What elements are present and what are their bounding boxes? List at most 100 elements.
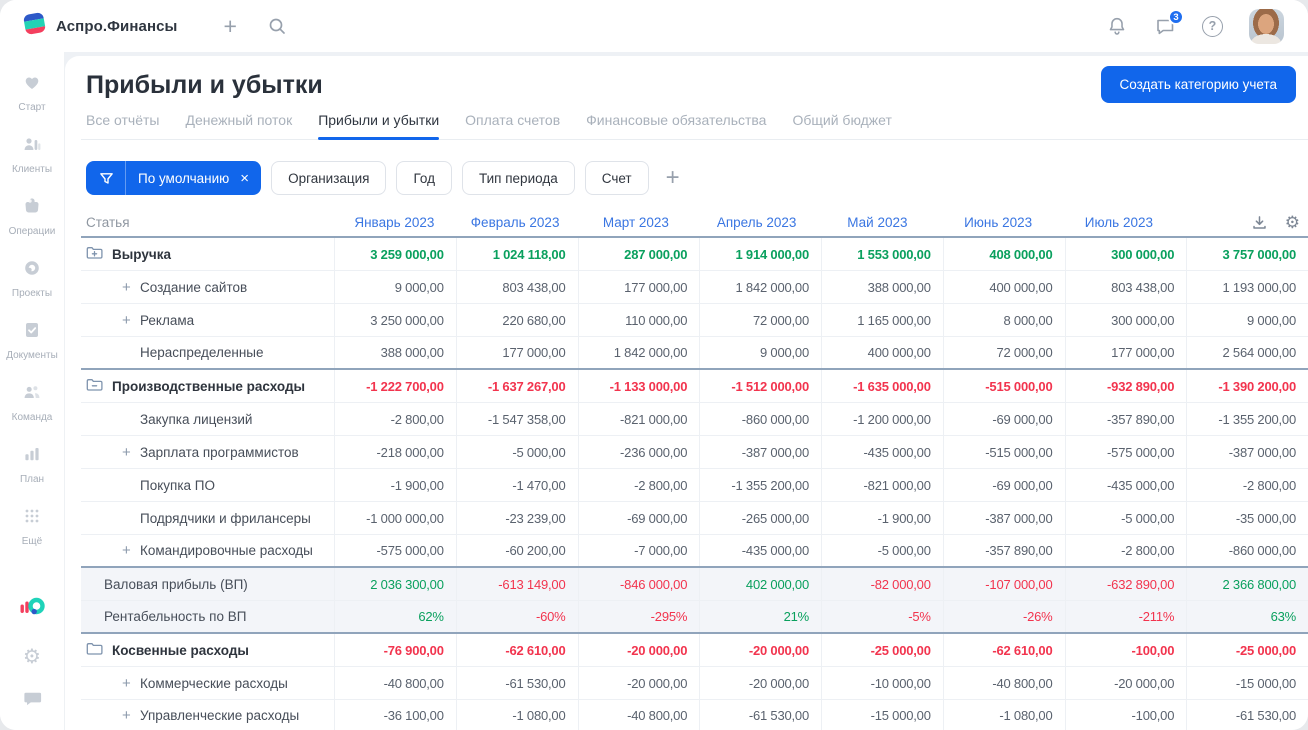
sidebar-item-3[interactable]: Проекты bbox=[0, 250, 64, 307]
filter-chip-2[interactable]: Тип периода bbox=[461, 161, 575, 195]
value-cell: -15 000,00 bbox=[821, 700, 943, 730]
sidebar-item-4[interactable]: Документы bbox=[0, 312, 64, 369]
sidebar-item-6[interactable]: План bbox=[0, 436, 64, 493]
expand-plus-icon[interactable]: + bbox=[122, 708, 137, 723]
download-icon[interactable] bbox=[1251, 214, 1268, 231]
section-row-toggle[interactable]: Производственные расходы bbox=[81, 370, 334, 402]
value-cell: -265 000,00 bbox=[699, 502, 821, 534]
expand-plus-icon[interactable]: + bbox=[122, 543, 137, 558]
table-settings-icon[interactable]: ⚙ bbox=[1285, 214, 1300, 231]
brand-mark-icon bbox=[19, 595, 46, 626]
chat-icon[interactable]: 3 bbox=[1154, 9, 1184, 37]
expand-plus-icon[interactable]: + bbox=[122, 445, 137, 460]
more-grid-icon bbox=[22, 506, 42, 531]
value-cell: 2 036 300,00 bbox=[334, 568, 456, 600]
column-header-month-3[interactable]: Апрель 2023 bbox=[696, 208, 817, 236]
column-header-month-2[interactable]: Март 2023 bbox=[576, 208, 697, 236]
row-label: Подрядчики и фрилансеры bbox=[140, 510, 311, 526]
value-cell: -211% bbox=[1064, 601, 1187, 632]
expand-plus-icon[interactable]: + bbox=[122, 280, 137, 295]
table-row: Закупка лицензий -2 800,00 -1 547 358,00 -8… bbox=[81, 403, 1308, 436]
value-cell: -100,00 bbox=[1064, 634, 1187, 666]
filter-preset-chip[interactable]: По умолчанию × bbox=[86, 161, 262, 195]
table-row: Нераспределенные 388 000,00 177 000,00 1 84… bbox=[81, 337, 1308, 370]
settings-icon[interactable]: ⚙ bbox=[23, 647, 41, 667]
filter-chip-1[interactable]: Год bbox=[396, 161, 452, 195]
filter-chip-3[interactable]: Счет bbox=[584, 161, 649, 195]
value-cell: -26% bbox=[942, 601, 1065, 632]
create-category-button[interactable]: Создать категорию учета bbox=[1100, 66, 1296, 103]
table-row: Косвенные расходы -76 900,00 -62 610,00 -20… bbox=[81, 634, 1308, 667]
tab-4[interactable]: Финансовые обязательства bbox=[586, 112, 766, 139]
value-cell: -62 610,00 bbox=[455, 634, 578, 666]
tab-2[interactable]: Прибыли и убытки bbox=[318, 112, 439, 140]
value-cell: -100,00 bbox=[1064, 700, 1187, 730]
tab-5[interactable]: Общий бюджет bbox=[792, 112, 891, 139]
sidebar-item-2[interactable]: Операции bbox=[0, 188, 64, 245]
search-icon[interactable] bbox=[267, 16, 287, 36]
bell-icon[interactable] bbox=[1106, 15, 1128, 37]
value-cell: -40 800,00 bbox=[577, 700, 700, 730]
table-row: + Реклама 3 250 000,00 220 680,00 110 000,0… bbox=[81, 304, 1308, 337]
column-header-month-5[interactable]: Июнь 2023 bbox=[938, 208, 1059, 236]
value-cell: -1 547 358,00 bbox=[455, 403, 578, 435]
value-cell: -7 000,00 bbox=[577, 535, 700, 566]
feedback-icon[interactable] bbox=[22, 688, 43, 714]
value-cell: 72 000,00 bbox=[942, 337, 1065, 368]
value-cell: -62 610,00 bbox=[942, 634, 1065, 666]
sidebar-item-label: Операции bbox=[8, 226, 56, 237]
value-cell: 62% bbox=[334, 601, 456, 632]
row-label: Производственные расходы bbox=[112, 378, 306, 394]
sidebar-item-0[interactable]: Старт bbox=[0, 64, 64, 121]
tab-1[interactable]: Денежный поток bbox=[185, 112, 292, 139]
value-cell: -15 000,00 bbox=[1186, 667, 1308, 699]
sidebar-item-7[interactable]: Ещё bbox=[0, 498, 64, 555]
column-header-month-1[interactable]: Февраль 2023 bbox=[455, 208, 576, 236]
expand-plus-icon[interactable]: + bbox=[122, 313, 137, 328]
column-header-month-0[interactable]: Январь 2023 bbox=[334, 208, 455, 236]
heart-icon bbox=[22, 72, 42, 97]
value-cell: 72 000,00 bbox=[699, 304, 821, 336]
table-header-row: Статья Январь 2023 Февраль 2023 Март 2023 Ап… bbox=[81, 208, 1308, 238]
value-cell: -1 080,00 bbox=[455, 700, 578, 730]
value-cell: -1 355 200,00 bbox=[699, 469, 821, 501]
app-title: Аспро.Финансы bbox=[56, 17, 178, 35]
row-label-cell: + Управленческие расходы bbox=[81, 700, 334, 730]
main-area: Прибыли и убытки Создать категорию учета… bbox=[65, 52, 1308, 730]
clear-filter-icon[interactable]: × bbox=[236, 171, 261, 186]
value-cell: -5 000,00 bbox=[1064, 502, 1187, 534]
brand[interactable]: Аспро.Финансы bbox=[22, 11, 177, 41]
value-cell: 300 000,00 bbox=[1064, 304, 1187, 336]
add-filter-icon[interactable]: + bbox=[666, 166, 680, 190]
expand-plus-icon[interactable]: + bbox=[122, 676, 137, 691]
sidebar: Старт Клиенты Операции Проекты Документы… bbox=[0, 52, 65, 730]
add-icon[interactable]: + bbox=[223, 14, 236, 38]
column-header-month-4[interactable]: Май 2023 bbox=[817, 208, 938, 236]
filter-chip-0[interactable]: Организация bbox=[271, 161, 387, 195]
value-cell: 177 000,00 bbox=[455, 337, 578, 368]
value-cell: -846 000,00 bbox=[577, 568, 700, 600]
value-cell: -1 355 200,00 bbox=[1186, 403, 1308, 435]
tab-0[interactable]: Все отчёты bbox=[86, 112, 159, 139]
row-label-cell: Покупка ПО bbox=[81, 469, 334, 501]
value-cell: 8 000,00 bbox=[942, 304, 1065, 336]
value-cell: 388 000,00 bbox=[821, 271, 943, 303]
value-cell: -1 222 700,00 bbox=[334, 370, 456, 402]
section-row-toggle[interactable]: Косвенные расходы bbox=[81, 634, 334, 666]
pnl-table: Статья Январь 2023 Февраль 2023 Март 2023 Ап… bbox=[81, 208, 1308, 730]
row-label-cell: + Коммерческие расходы bbox=[81, 667, 334, 699]
sidebar-item-label: Проекты bbox=[11, 288, 53, 299]
section-row-toggle[interactable]: Выручка bbox=[81, 238, 334, 270]
sidebar-item-5[interactable]: Команда bbox=[0, 374, 64, 431]
value-cell: -25 000,00 bbox=[1186, 634, 1308, 666]
tab-3[interactable]: Оплата счетов bbox=[465, 112, 560, 139]
value-cell: -5 000,00 bbox=[821, 535, 943, 566]
sidebar-item-1[interactable]: Клиенты bbox=[0, 126, 64, 183]
value-cell: -20 000,00 bbox=[1064, 667, 1187, 699]
value-cell: -23 239,00 bbox=[455, 502, 578, 534]
column-header-month-6[interactable]: Июль 2023 bbox=[1059, 208, 1180, 236]
user-avatar[interactable] bbox=[1249, 8, 1284, 44]
page-title: Прибыли и убытки bbox=[86, 70, 323, 99]
row-label-cell: + Командировочные расходы bbox=[81, 535, 334, 566]
help-icon[interactable]: ? bbox=[1202, 15, 1223, 37]
